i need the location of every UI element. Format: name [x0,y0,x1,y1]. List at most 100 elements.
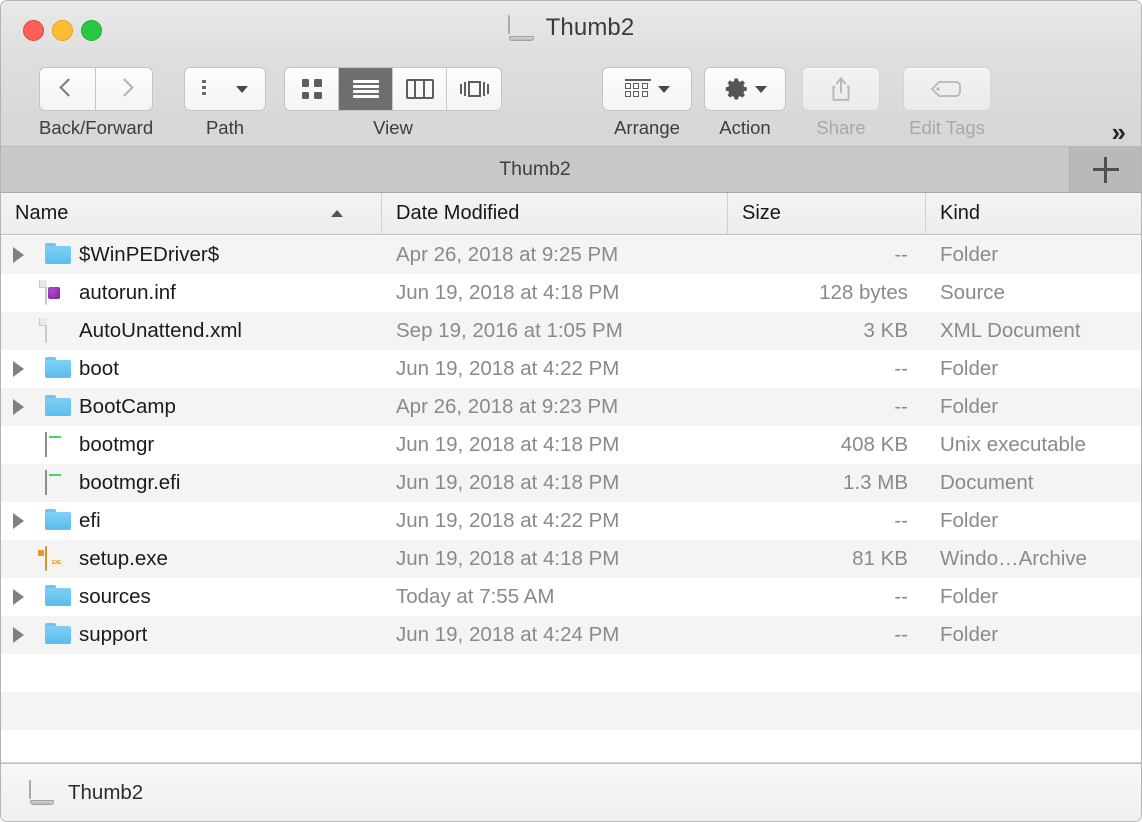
file-name: bootmgr [79,433,155,456]
file-icon-slot [45,318,69,343]
forward-button[interactable] [96,67,154,111]
file-name: $WinPEDriver$ [79,243,220,266]
file-size: 128 bytes [819,281,908,304]
file-size: -- [894,585,908,608]
maximize-button[interactable] [81,20,102,41]
path-bar: Thumb2 [1,763,1141,821]
view-group: View [284,67,502,139]
file-size: -- [894,623,908,646]
chevron-down-icon [236,85,248,93]
traffic-lights [23,20,102,41]
file-icon-slot [45,280,69,305]
sort-ascending-icon [331,210,343,217]
file-kind: XML Document [940,319,1081,342]
file-kind: Folder [940,243,999,266]
table-row[interactable]: BootCamp Apr 26, 2018 at 9:23 PM -- Folder [1,388,1141,426]
column-header-size[interactable]: Size [728,193,926,234]
file-date-modified: Today at 7:55 AM [396,585,555,608]
file-date-modified: Sep 19, 2016 at 1:05 PM [396,319,623,342]
view-mode-list[interactable] [339,68,393,110]
source-file-icon [45,280,60,305]
disclosure-triangle-icon[interactable] [13,578,35,616]
view-mode-icon[interactable] [285,68,339,110]
file-icon-slot [45,432,69,457]
share-icon [832,77,850,101]
table-row[interactable]: $WinPEDriver$ Apr 26, 2018 at 9:25 PM -- Fo… [1,236,1141,274]
disclosure-triangle-icon[interactable] [13,236,35,274]
file-kind: Unix executable [940,433,1086,456]
file-date-modified: Jun 19, 2018 at 4:18 PM [396,547,620,570]
file-name: sources [79,585,151,608]
file-size: -- [894,509,908,532]
view-mode-column[interactable] [393,68,447,110]
path-list-icon [202,78,232,100]
table-row[interactable]: autorun.inf Jun 19, 2018 at 4:18 PM 128 by… [1,274,1141,312]
table-row[interactable]: sources Today at 7:55 AM -- Folder [1,578,1141,616]
title-bar: Thumb2 [1,1,1141,61]
close-button[interactable] [23,20,44,41]
disclosure-triangle-icon[interactable] [13,502,35,540]
disclosure-triangle-icon[interactable] [13,350,35,388]
tab-thumb2[interactable]: Thumb2 [1,147,1070,192]
action-button[interactable] [704,67,786,111]
back-forward-segmented [39,67,154,111]
column-header-date-label: Date Modified [396,202,520,224]
file-date-modified: Jun 19, 2018 at 4:18 PM [396,471,620,494]
grid-icon [301,79,322,99]
file-name-cell: $WinPEDriver$ [1,236,382,274]
file-kind: Folder [940,357,999,380]
file-name-cell: AutoUnattend.xml [1,312,382,350]
file-icon-slot [45,243,71,267]
column-header-size-label: Size [742,202,781,224]
columns-icon [405,79,434,99]
finder-window: Thumb2 Back/Forward Path View Arrange Ac… [0,0,1142,822]
share-button[interactable] [802,67,880,111]
table-row[interactable]: bootmgr Jun 19, 2018 at 4:18 PM 408 KB Unix… [1,426,1141,464]
back-forward-label: Back/Forward [39,117,154,138]
file-name-cell: BootCamp [1,388,382,426]
path-button[interactable] [184,67,266,111]
back-button[interactable] [39,67,97,111]
table-row[interactable]: support Jun 19, 2018 at 4:24 PM -- Folder [1,616,1141,654]
table-row[interactable]: efi Jun 19, 2018 at 4:22 PM -- Folder [1,502,1141,540]
file-kind: Source [940,281,1005,304]
column-header-date-modified[interactable]: Date Modified [382,193,728,234]
view-label: View [373,117,413,138]
path-bar-item[interactable]: Thumb2 [68,781,143,805]
table-row[interactable]: bootmgr.efi Jun 19, 2018 at 4:18 PM 1.3 MB… [1,464,1141,502]
disclosure-triangle-icon[interactable] [13,616,35,654]
column-header-kind[interactable]: Kind [926,193,1141,234]
arrange-button[interactable] [602,67,692,111]
column-header-name[interactable]: Name [1,193,382,234]
coverflow-icon [459,79,489,99]
new-tab-button[interactable] [1070,147,1141,192]
tab-bar: Thumb2 [1,147,1141,193]
column-headers: Name Date Modified Size Kind [1,193,1141,235]
edit-tags-button[interactable] [903,67,991,111]
empty-row [1,654,1141,692]
file-date-modified: Jun 19, 2018 at 4:18 PM [396,281,620,304]
toolbar-overflow-button[interactable]: » [1112,119,1127,145]
disclosure-triangle-icon[interactable] [13,388,35,426]
file-date-modified: Jun 19, 2018 at 4:22 PM [396,509,620,532]
file-date-modified: Apr 26, 2018 at 9:25 PM [396,243,619,266]
path-group: Path [184,67,266,139]
view-mode-gallery[interactable] [447,68,501,110]
file-name-cell: efi [1,502,382,540]
chevron-down-icon [657,85,670,93]
file-kind: Document [940,471,1034,494]
file-kind: Folder [940,395,999,418]
file-icon-slot [45,585,71,609]
file-size: 3 KB [863,319,908,342]
arrange-label: Arrange [614,117,680,138]
minimize-button[interactable] [52,20,73,41]
file-kind: Windo…Archive [940,547,1087,570]
table-row[interactable]: boot Jun 19, 2018 at 4:22 PM -- Folder [1,350,1141,388]
file-date-modified: Jun 19, 2018 at 4:22 PM [396,357,620,380]
view-segmented-control [284,67,502,111]
action-group: Action [704,67,786,139]
table-row[interactable]: AutoUnattend.xml Sep 19, 2016 at 1:05 PM 3… [1,312,1141,350]
file-list-scroll-area[interactable]: $WinPEDriver$ Apr 26, 2018 at 9:25 PM -- Fo… [1,236,1141,763]
table-row[interactable]: EXE setup.exe Jun 19, 2018 at 4:18 PM 81 KB… [1,540,1141,578]
